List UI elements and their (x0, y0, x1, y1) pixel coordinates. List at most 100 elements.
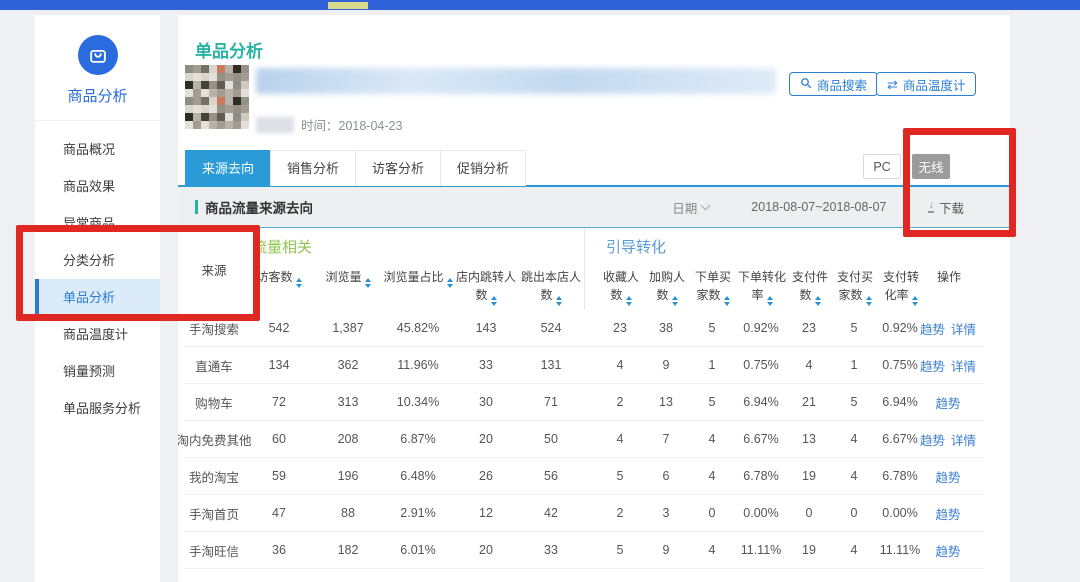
value-cell: 88 (314, 506, 382, 520)
action-link[interactable]: 趋势 (935, 467, 960, 486)
column-header: 支付转化率 (878, 268, 924, 306)
value-cell: 13 (643, 395, 689, 409)
sort-icon[interactable] (626, 296, 632, 306)
source-cell: 手淘首页 (184, 504, 244, 523)
download-icon: ↓ (928, 201, 934, 213)
sort-icon[interactable] (815, 296, 821, 306)
source-cell: 购物车 (184, 393, 244, 412)
tab[interactable]: 访客分析 (355, 150, 441, 186)
value-cell: 5 (689, 395, 735, 409)
sidebar-item[interactable]: 异常商品 (35, 205, 160, 242)
value-cell: 542 (244, 321, 314, 335)
value-cell: 50 (518, 432, 584, 446)
action-link[interactable]: 详情 (951, 356, 976, 375)
tab[interactable]: 销售分析 (270, 150, 356, 186)
device-toggle-option[interactable]: PC (863, 154, 901, 179)
product-thermometer-button[interactable]: ⇄ 商品温度计 (876, 72, 976, 96)
tab-bar: 来源去向销售分析访客分析促销分析 (185, 150, 525, 186)
search-icon (800, 77, 812, 92)
sort-icon[interactable] (296, 278, 302, 288)
value-cell: 30 (454, 395, 518, 409)
action-link[interactable]: 详情 (951, 319, 976, 338)
action-link[interactable]: 趋势 (935, 541, 960, 560)
value-cell: 362 (314, 358, 382, 372)
device-toggle-option[interactable]: 无线 (912, 154, 950, 179)
download-button[interactable]: ↓ 下载 (928, 198, 964, 217)
sort-icon[interactable] (672, 296, 678, 306)
action-link[interactable]: 趋势 (920, 578, 945, 582)
sort-icon[interactable] (866, 296, 872, 306)
sidebar-item[interactable]: 商品概况 (35, 131, 160, 168)
sidebar-item[interactable]: 商品效果 (35, 168, 160, 205)
value-cell: 0.92% (877, 321, 923, 335)
sidebar: 商品分析 商品概况商品效果异常商品分类分析单品分析商品温度计销量预测单品服务分析 (35, 15, 160, 582)
sidebar-item[interactable]: 分类分析 (35, 242, 160, 279)
table-header: 来源 流量相关 访客数浏览量浏览量占比店内跳转人数跳出本店人数 引导转化 收藏人… (184, 228, 984, 310)
flow-metrics-group: 流量相关 访客数浏览量浏览量占比店内跳转人数跳出本店人数 (244, 228, 584, 310)
value-cell: 5 (597, 469, 643, 483)
column-header: 下单买家数 (690, 268, 736, 306)
table-row: 淘内免费其他602086.87%20504746.67%1346.67%趋势详情 (184, 421, 984, 458)
value-cell: 6.67% (877, 432, 923, 446)
value-cell: 19 (787, 543, 831, 557)
value-cell: 4 (689, 432, 735, 446)
value-cell: 11.96% (382, 358, 454, 372)
sort-icon[interactable] (912, 296, 918, 306)
value-cell: 13 (787, 432, 831, 446)
value-cell: 33 (518, 543, 584, 557)
value-cell: 5 (831, 395, 877, 409)
value-cell: 6.94% (735, 395, 787, 409)
column-header: 浏览量占比 (382, 268, 454, 306)
value-cell: 6.78% (735, 469, 787, 483)
tab[interactable]: 促销分析 (440, 150, 526, 186)
date-filter-dropdown[interactable]: 日期 (672, 198, 709, 217)
product-meta: 时间：2018-04-23 (256, 115, 402, 134)
sidebar-item[interactable]: 单品分析 (35, 279, 160, 316)
actions-cell: 趋势详情 (923, 319, 973, 338)
sort-icon[interactable] (724, 296, 730, 306)
tab[interactable]: 来源去向 (185, 150, 271, 186)
value-cell: 71 (518, 395, 584, 409)
sort-icon[interactable] (767, 296, 773, 306)
value-cell: 3 (643, 506, 689, 520)
value-cell: 6.48% (382, 469, 454, 483)
value-cell: 11.11% (735, 543, 787, 557)
source-cell: 手淘旺信 (184, 541, 244, 560)
value-cell: 38 (643, 321, 689, 335)
action-link[interactable]: 详情 (951, 430, 976, 449)
column-header: 收藏人数 (598, 268, 644, 306)
value-cell: 59 (244, 469, 314, 483)
sort-icon[interactable] (491, 296, 497, 306)
column-header: 支付买家数 (832, 268, 878, 306)
source-cell: 淘内免费其他 (184, 430, 244, 449)
value-cell: 10.34% (382, 395, 454, 409)
value-cell: 2 (597, 506, 643, 520)
sidebar-item[interactable]: 单品服务分析 (35, 390, 160, 427)
action-link[interactable]: 趋势 (935, 504, 960, 523)
value-cell: 21 (787, 395, 831, 409)
action-link[interactable]: 趋势 (920, 430, 945, 449)
sort-icon[interactable] (365, 278, 371, 288)
value-cell: 20 (454, 543, 518, 557)
value-cell: 1,387 (314, 321, 382, 335)
column-header: 下单转化率 (736, 268, 788, 306)
value-cell: 1 (831, 358, 877, 372)
action-link[interactable]: 趋势 (920, 356, 945, 375)
action-link[interactable]: 趋势 (920, 319, 945, 338)
value-cell: 0 (689, 506, 735, 520)
sort-icon[interactable] (556, 296, 562, 306)
product-search-button[interactable]: 商品搜索 (789, 72, 878, 96)
value-cell: 47 (244, 506, 314, 520)
value-cell: 6.94% (877, 395, 923, 409)
sidebar-item[interactable]: 商品温度计 (35, 316, 160, 353)
sidebar-item[interactable]: 销量预测 (35, 353, 160, 390)
table-row: 手淘首页47882.91%12422300.00%000.00%趋势 (184, 495, 984, 532)
action-link[interactable]: 趋势 (935, 393, 960, 412)
table-body: 手淘搜索5421,38745.82%143524233850.92%2350.9… (184, 310, 984, 582)
value-cell: 6.01% (382, 543, 454, 557)
section-controls: 日期 2018-08-07~2018-08-07 ↓ 下载 (672, 198, 964, 217)
sort-icon[interactable] (447, 278, 453, 288)
action-link[interactable]: 详情 (951, 578, 976, 582)
column-header: 支付件数 (788, 268, 832, 306)
value-cell: 4 (689, 469, 735, 483)
